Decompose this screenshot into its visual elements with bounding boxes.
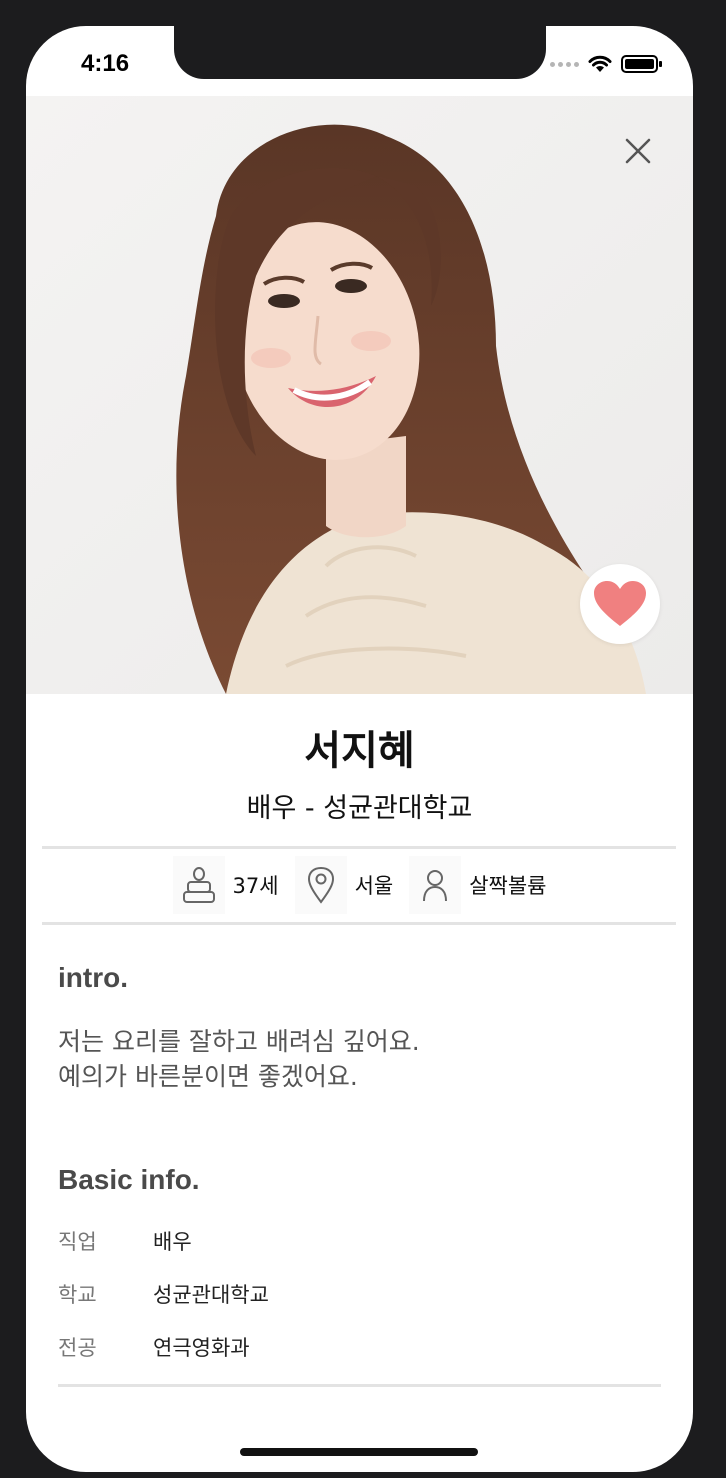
intro-line-1: 저는 요리를 잘하고 배려심 깊어요. [58,1027,420,1056]
intro-title: intro. [58,962,128,993]
info-value-school: 성균관대학교 [153,1283,269,1307]
info-value-job: 배우 [153,1230,192,1254]
stat-body-type: 살짝볼륨 [409,856,546,914]
wifi-icon [588,55,612,72]
location-pin-icon [294,856,347,914]
profile-subtitle: 배우 - 성균관대학교 [246,793,473,824]
divider-middle [42,922,676,925]
stat-age-text: 37세 [232,874,279,898]
status-time: 4:16 [81,50,130,77]
heart-icon [594,581,646,626]
divider-bottom [58,1384,661,1387]
basic-info-title: Basic info. [58,1164,200,1195]
divider-top [42,846,676,849]
profile-stats: 37세 서울 살짝볼륨 [26,856,693,914]
info-row-major: 전공 연극영화과 [58,1332,250,1362]
signal-icon [550,61,579,67]
info-value-major: 연극영화과 [153,1336,250,1360]
close-icon[interactable] [623,136,653,166]
cake-icon [172,856,225,914]
info-row-school: 학교 성균관대학교 [58,1279,269,1309]
like-button[interactable] [580,564,660,644]
info-label-job: 직업 [58,1230,97,1254]
notch [174,26,546,79]
home-indicator[interactable] [240,1448,478,1456]
profile-name: 서지혜 [304,728,415,774]
stat-location: 서울 [294,856,394,914]
info-label-major: 전공 [58,1336,97,1360]
intro-line-2: 예의가 바른분이면 좋겠어요. [58,1062,358,1091]
battery-icon [621,55,662,73]
phone-screen: 4:16 서지혜 배우 - 성균관대학교 37세 서울 살짝볼륨 intro. … [26,26,693,1472]
intro-text: 저는 요리를 잘하고 배려심 깊어요. 예의가 바른분이면 좋겠어요. [58,1024,420,1094]
stat-body-type-text: 살짝볼륨 [469,874,547,898]
stat-location-text: 서울 [354,874,394,898]
status-icons [550,54,663,74]
person-icon [409,856,462,914]
info-row-job: 직업 배우 [58,1226,192,1256]
profile-photo [26,96,693,694]
info-label-school: 학교 [58,1283,97,1307]
stat-age: 37세 [172,856,279,914]
